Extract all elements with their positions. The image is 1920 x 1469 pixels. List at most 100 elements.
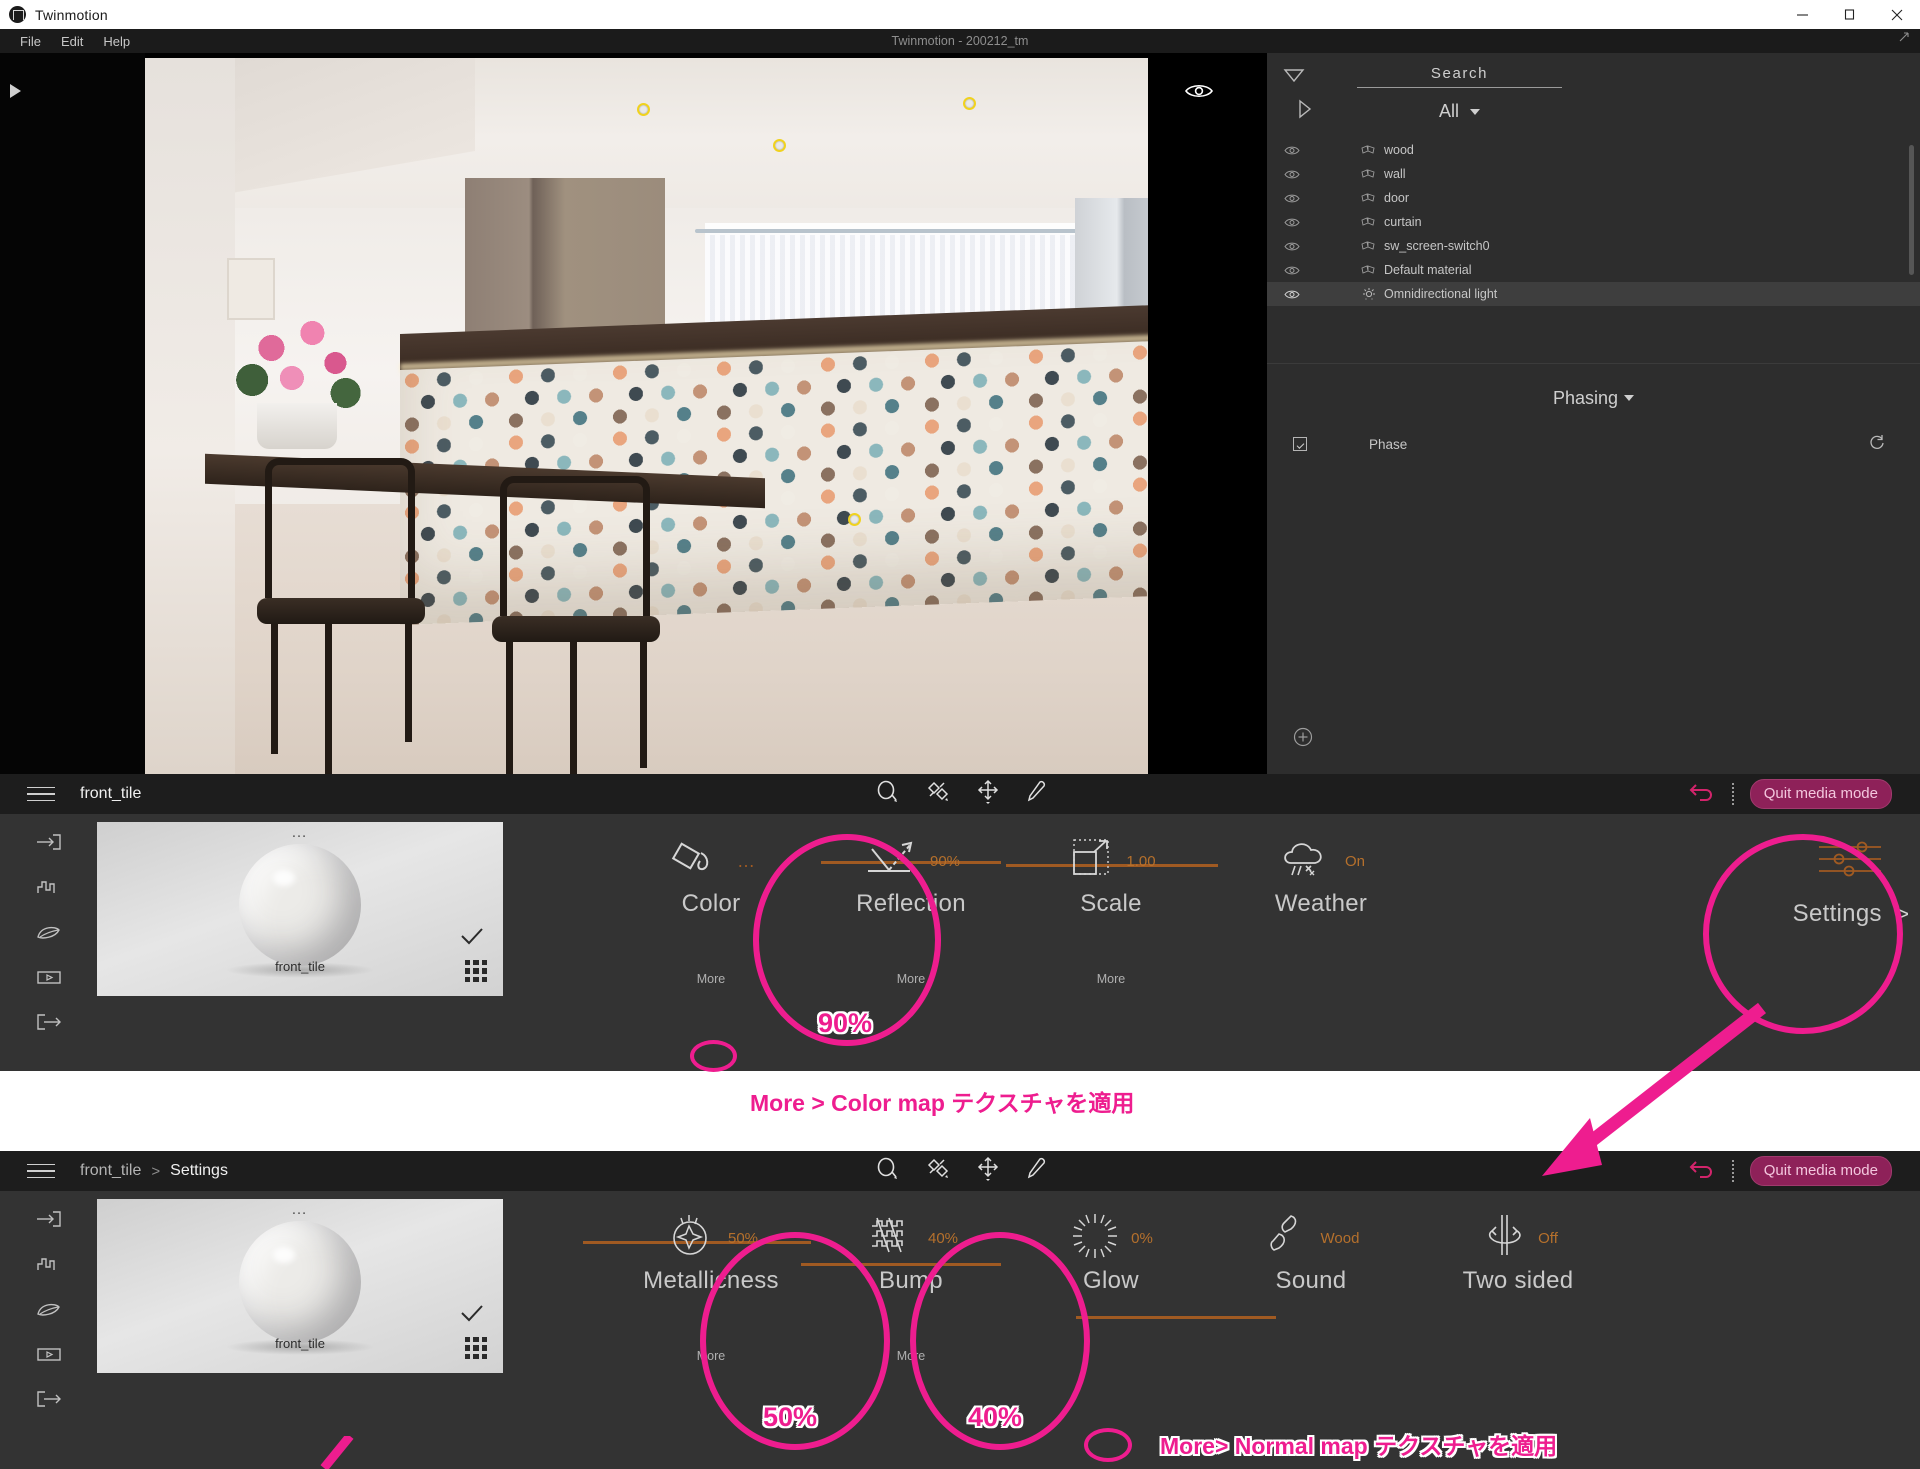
object-list: wood wall door curtain sw_screen-switch0 <box>1267 138 1920 306</box>
import-icon[interactable] <box>35 1209 63 1234</box>
bump-value: 40% <box>927 1229 959 1247</box>
material-preview-sphere <box>239 1221 361 1343</box>
scatter-icon[interactable] <box>924 779 952 810</box>
eye-icon[interactable] <box>1281 265 1303 276</box>
annotation-stroke-thumbnail <box>320 1436 354 1469</box>
two-sided-icon <box>1478 1209 1532 1268</box>
property-label: Scale <box>1080 890 1142 917</box>
quit-media-mode-button[interactable]: Quit media mode <box>1749 779 1892 809</box>
export-icon[interactable] <box>35 1389 63 1414</box>
eyedropper-icon[interactable] <box>1024 779 1046 810</box>
close-button[interactable] <box>1873 0 1920 29</box>
leaf-icon[interactable] <box>35 1299 63 1324</box>
scatter-icon[interactable] <box>924 1156 952 1187</box>
breadcrumb: front_tile <box>80 785 141 803</box>
annotation-circle-more-bump <box>1084 1428 1132 1462</box>
eyedropper-icon[interactable] <box>1024 1156 1046 1187</box>
import-icon[interactable] <box>35 832 63 857</box>
phase-checkbox[interactable] <box>1293 437 1307 451</box>
footsteps-icon <box>1263 1210 1315 1267</box>
eye-icon[interactable] <box>1281 241 1303 252</box>
left-black-gutter <box>0 53 145 774</box>
property-sound[interactable]: Wood Sound <box>1211 1191 1411 1416</box>
property-scale[interactable]: 1.00 Scale More <box>1006 814 1218 1039</box>
lasso-select-icon[interactable] <box>874 779 902 810</box>
material-sidebar-bottom <box>0 1191 97 1416</box>
list-item-label: sw_screen-switch0 <box>1384 239 1490 253</box>
two-sided-icon-row: Off <box>1418 1209 1618 1267</box>
material-thumbnail-top[interactable]: … front_tile <box>97 822 503 996</box>
list-item-label: Omnidirectional light <box>1384 287 1498 301</box>
property-two-sided[interactable]: Off Two sided <box>1418 1191 1618 1416</box>
export-icon[interactable] <box>35 1012 63 1037</box>
eye-icon[interactable] <box>1281 169 1303 180</box>
eye-icon[interactable] <box>1281 289 1303 300</box>
list-item-selected[interactable]: Omnidirectional light <box>1267 282 1920 306</box>
phasing-section-header[interactable]: Phasing <box>1267 378 1920 418</box>
weather-value: On <box>1344 852 1365 870</box>
eye-icon[interactable] <box>1185 82 1213 100</box>
property-weather[interactable]: On Weather <box>1221 814 1421 1039</box>
hamburger-icon[interactable] <box>27 1159 55 1184</box>
material-icon <box>1361 240 1379 253</box>
list-item[interactable]: door <box>1267 186 1920 210</box>
quit-media-mode-button[interactable]: Quit media mode <box>1749 1156 1892 1186</box>
graph-icon[interactable] <box>35 1254 63 1279</box>
list-item-label: wall <box>1384 167 1406 181</box>
list-item[interactable]: curtain <box>1267 210 1920 234</box>
material-thumbnail-bottom[interactable]: … front_tile <box>97 1199 503 1373</box>
hamburger-icon[interactable] <box>27 782 55 807</box>
thumbnail-more-dots[interactable]: … <box>291 825 309 841</box>
eye-icon[interactable] <box>1281 193 1303 204</box>
reflection-value: 90% <box>929 852 961 870</box>
undo-icon[interactable] <box>1686 781 1716 808</box>
breadcrumb-item-material[interactable]: front_tile <box>80 1162 141 1180</box>
breadcrumb-item-material[interactable]: front_tile <box>80 785 141 803</box>
list-scrollbar[interactable] <box>1909 145 1914 275</box>
move-icon[interactable] <box>974 779 1002 810</box>
phase-row[interactable]: Phase <box>1267 428 1920 460</box>
move-icon[interactable] <box>974 1156 1002 1187</box>
app-title: Twinmotion <box>35 6 108 23</box>
maximize-button[interactable] <box>1826 0 1873 29</box>
property-more-scale[interactable]: More <box>1011 972 1211 986</box>
bump-wave-icon <box>864 1210 922 1267</box>
material-preview-sphere <box>239 844 361 966</box>
scale-icon-row: 1.00 <box>1011 832 1211 890</box>
resize-icon[interactable] <box>1896 31 1910 48</box>
material-icon <box>1361 144 1379 157</box>
list-item[interactable]: Default material <box>1267 258 1920 282</box>
list-item-label: wood <box>1384 143 1414 157</box>
phasing-collapse-icon[interactable] <box>1283 67 1305 88</box>
scale-icon <box>1066 834 1120 889</box>
annotation-circle-more-color <box>690 1040 737 1072</box>
filter-dropdown[interactable]: All <box>1357 101 1562 122</box>
check-icon[interactable] <box>459 1304 485 1329</box>
eye-icon[interactable] <box>1281 217 1303 228</box>
search-field[interactable]: Search <box>1357 65 1562 88</box>
minimize-button[interactable] <box>1779 0 1826 29</box>
breadcrumb-separator: > <box>151 1162 161 1180</box>
sound-icon-row: Wood <box>1211 1209 1411 1267</box>
breadcrumb-item-settings[interactable]: Settings <box>170 1162 228 1180</box>
video-icon[interactable] <box>35 967 63 992</box>
play-icon[interactable] <box>10 84 21 98</box>
list-item[interactable]: wood <box>1267 138 1920 162</box>
eye-icon[interactable] <box>1281 145 1303 156</box>
leaf-icon[interactable] <box>35 922 63 947</box>
lasso-select-icon[interactable] <box>874 1156 902 1187</box>
refresh-icon[interactable] <box>1868 433 1886 456</box>
plus-circle-icon[interactable] <box>1293 727 1313 752</box>
grid-icon[interactable] <box>465 960 487 982</box>
window-controls <box>1779 0 1920 29</box>
video-icon[interactable] <box>35 1344 63 1369</box>
list-item[interactable]: wall <box>1267 162 1920 186</box>
graph-icon[interactable] <box>35 877 63 902</box>
grid-icon[interactable] <box>465 1337 487 1359</box>
collapse-dock-icon[interactable] <box>1284 99 1312 119</box>
list-item-label: Default material <box>1384 263 1472 277</box>
check-icon[interactable] <box>459 927 485 952</box>
toolbar-divider <box>1731 783 1734 805</box>
list-item[interactable]: sw_screen-switch0 <box>1267 234 1920 258</box>
thumbnail-more-dots[interactable]: … <box>291 1202 309 1218</box>
